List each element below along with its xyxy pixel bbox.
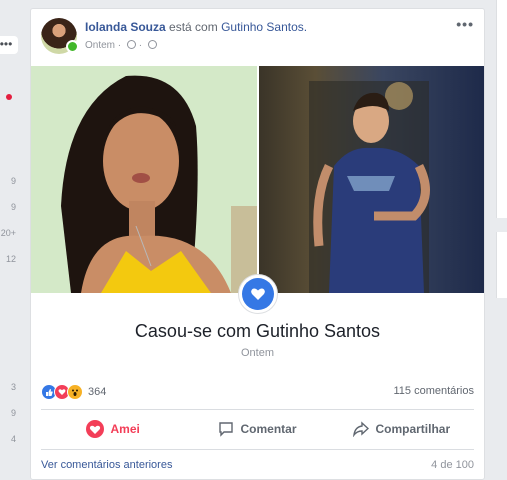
love-button[interactable]: Amei: [41, 414, 185, 444]
online-status-icon: [66, 40, 79, 53]
comment-button-label: Comentar: [240, 422, 297, 436]
wow-reaction-icon: [67, 384, 83, 400]
post-meta: Ontem · ·: [85, 40, 157, 51]
groom-photo[interactable]: [259, 66, 484, 293]
post-stats: 364 115 comentários: [41, 383, 474, 401]
rail-count: 3: [10, 382, 16, 392]
left-rail: ••• 9 9 20+ 12 3 9 4: [0, 0, 22, 480]
divider: [41, 449, 474, 450]
notification-dot: [6, 94, 12, 100]
comment-icon: [219, 422, 234, 437]
author-name-link[interactable]: Iolanda Souza: [85, 20, 166, 34]
author-avatar[interactable]: [41, 18, 79, 54]
life-event-heart-icon: [238, 274, 278, 314]
feed-post: Iolanda Souza está com Gutinho Santos. O…: [30, 8, 485, 480]
post-author-line: Iolanda Souza está com Gutinho Santos.: [85, 20, 307, 34]
clock-icon: [126, 40, 136, 49]
side-card: [496, 232, 507, 298]
globe-icon[interactable]: [147, 40, 157, 49]
comments-pager: 4 de 100: [431, 459, 474, 471]
more-options-button[interactable]: •••: [0, 36, 18, 54]
rail-count: 4: [10, 434, 16, 444]
bride-photo-image: [31, 66, 257, 293]
post-actions: Amei Comentar Compartilhar: [41, 414, 474, 444]
rail-count: 20+: [0, 228, 16, 238]
life-event-date: Ontem: [240, 347, 274, 359]
comments-count-link[interactable]: 115 comentários: [393, 385, 474, 397]
rail-count: 12: [5, 254, 16, 264]
side-card: [496, 0, 507, 218]
comments-footer: Ver comentários anteriores 4 de 100: [41, 459, 474, 475]
life-event-title: Casou-se com Gutinho Santos: [134, 321, 381, 341]
share-button[interactable]: Compartilhar: [330, 414, 474, 444]
view-previous-comments-link[interactable]: Ver comentários anteriores: [41, 459, 172, 471]
right-rail: [496, 0, 507, 480]
share-button-label: Compartilhar: [375, 422, 451, 436]
groom-photo-image: [259, 66, 484, 293]
rail-count: 9: [10, 202, 16, 212]
divider: [41, 409, 474, 410]
post-timestamp[interactable]: Ontem: [85, 40, 115, 51]
share-icon: [353, 421, 370, 437]
rail-count: 9: [10, 176, 16, 186]
love-button-label: Amei: [110, 422, 140, 436]
tagged-person-link[interactable]: Gutinho Santos.: [221, 20, 307, 34]
rail-count: 9: [10, 408, 16, 418]
comment-button[interactable]: Comentar: [185, 414, 329, 444]
bride-photo[interactable]: [31, 66, 257, 293]
heart-icon: [86, 420, 105, 438]
post-photos: [31, 66, 484, 293]
reactions-summary[interactable]: 364: [41, 383, 106, 401]
reactions-count: 364: [88, 386, 107, 398]
post-options-button[interactable]: •••: [456, 16, 474, 32]
post-header: Iolanda Souza está com Gutinho Santos. O…: [41, 16, 474, 58]
with-connector: está com: [169, 20, 218, 34]
